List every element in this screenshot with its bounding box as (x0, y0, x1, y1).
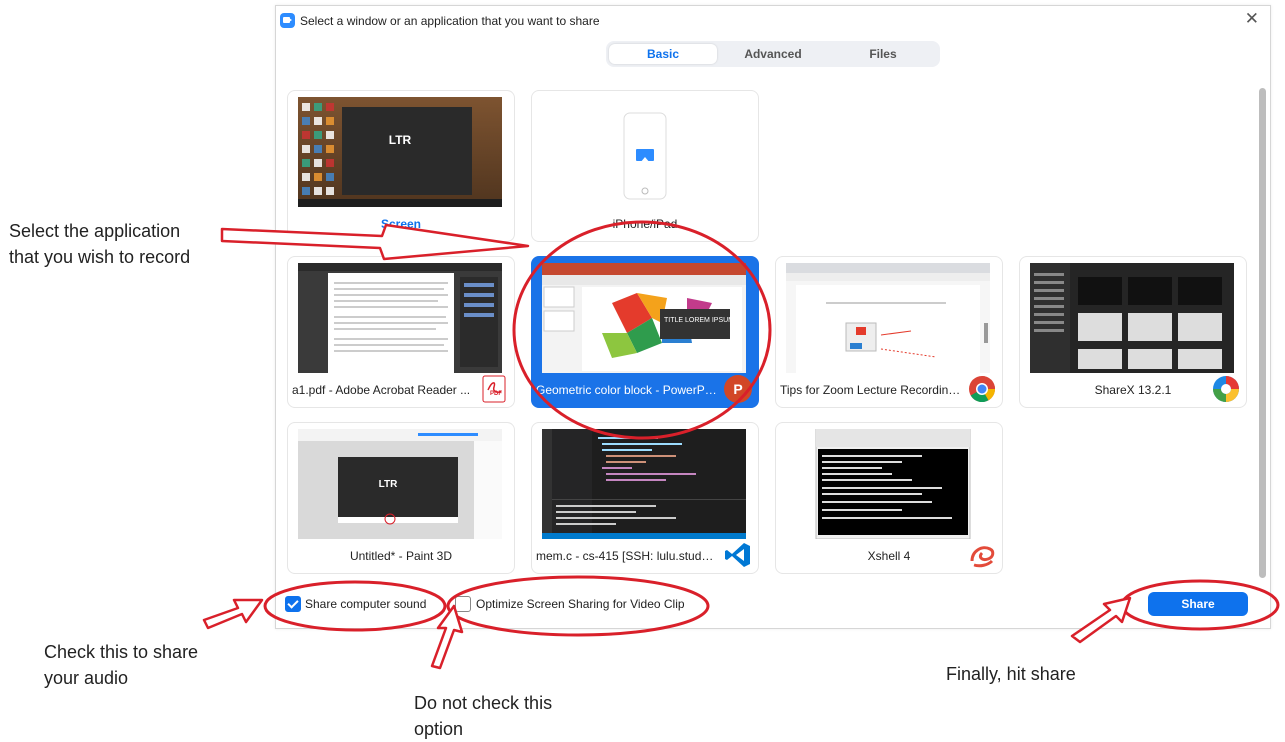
tile-label-screen: Screen (380, 217, 422, 231)
share-button[interactable]: Share (1148, 592, 1248, 616)
tile-powerpoint[interactable]: TITLE LOREM IPSUM Geometric color block … (531, 256, 759, 408)
chrome-thumbnail (786, 263, 990, 373)
paint3d-thumb-text: LTR (378, 479, 398, 490)
share-dialog: Select a window or an application that y… (275, 5, 1271, 629)
tile-label-acrobat: a1.pdf - Adobe Acrobat Reader ... (292, 383, 471, 397)
xshell-thumbnail (786, 429, 990, 539)
ppt-thumb-title: TITLE LOREM IPSUM (663, 317, 734, 324)
tile-label-chrome: Tips for Zoom Lecture Recording.... (780, 383, 962, 397)
bottom-bar: Share computer sound Optimize Screen Sha… (276, 580, 1270, 628)
zoom-app-icon (280, 13, 295, 28)
tile-screen[interactable]: LTR Screen (287, 90, 515, 242)
annotation-select-app: Select the application that you wish to … (9, 221, 191, 267)
scrollbar[interactable] (1259, 88, 1266, 578)
acrobat-thumbnail (298, 263, 502, 373)
iphone-thumbnail (623, 112, 667, 200)
vscode-thumbnail (542, 429, 746, 539)
share-sound-label: Share computer sound (305, 597, 427, 611)
pdf-icon (482, 375, 506, 403)
share-sound-checkbox[interactable] (285, 596, 301, 612)
sharex-thumbnail (1030, 263, 1234, 373)
tab-bar: Basic Advanced Files (606, 41, 940, 67)
dialog-title: Select a window or an application that y… (300, 14, 600, 28)
annotation-audio: Check this to share your audio (44, 642, 199, 688)
xshell-icon (970, 546, 995, 568)
chrome-icon (969, 376, 996, 403)
tile-sharex[interactable]: ShareX 13.2.1 (1019, 256, 1247, 408)
tile-xshell[interactable]: Xshell 4 (775, 422, 1003, 574)
tile-chrome[interactable]: Tips for Zoom Lecture Recording.... (775, 256, 1003, 408)
annotation-finally: Finally, hit share (946, 664, 1076, 684)
close-icon[interactable]: ✕ (1245, 10, 1259, 27)
powerpoint-icon: P (724, 375, 752, 403)
screen-thumbnail (298, 97, 502, 207)
annotation-dont-check: Do not check this option (414, 693, 553, 739)
optimize-video-label: Optimize Screen Sharing for Video Clip (476, 597, 685, 611)
tile-acrobat[interactable]: a1.pdf - Adobe Acrobat Reader ... PDF (287, 256, 515, 408)
tile-label-vscode: mem.c - cs-415 [SSH: lulu.student... (536, 549, 718, 563)
pdf-icon-text: PDF (490, 391, 502, 397)
tile-paint3d[interactable]: LTR Untitled* - Paint 3D (287, 422, 515, 574)
optimize-video-checkbox[interactable] (455, 596, 471, 612)
tab-files[interactable]: Files (829, 44, 937, 64)
tile-iphone-ipad[interactable]: iPhone/iPad (531, 90, 759, 242)
tile-label-iphone: iPhone/iPad (612, 217, 678, 231)
vscode-icon (725, 543, 750, 567)
tile-label-paint3d: Untitled* - Paint 3D (349, 549, 453, 563)
arrow-to-sound (202, 598, 264, 630)
tile-label-powerpoint: Geometric color block - PowerPoi... (536, 383, 718, 397)
tab-advanced[interactable]: Advanced (719, 44, 827, 64)
tile-vscode[interactable]: mem.c - cs-415 [SSH: lulu.student... (531, 422, 759, 574)
tab-basic[interactable]: Basic (609, 44, 717, 64)
title-bar: Select a window or an application that y… (276, 6, 1270, 36)
screen-thumb-text: LTR (388, 133, 412, 147)
sharex-icon (1213, 376, 1239, 402)
